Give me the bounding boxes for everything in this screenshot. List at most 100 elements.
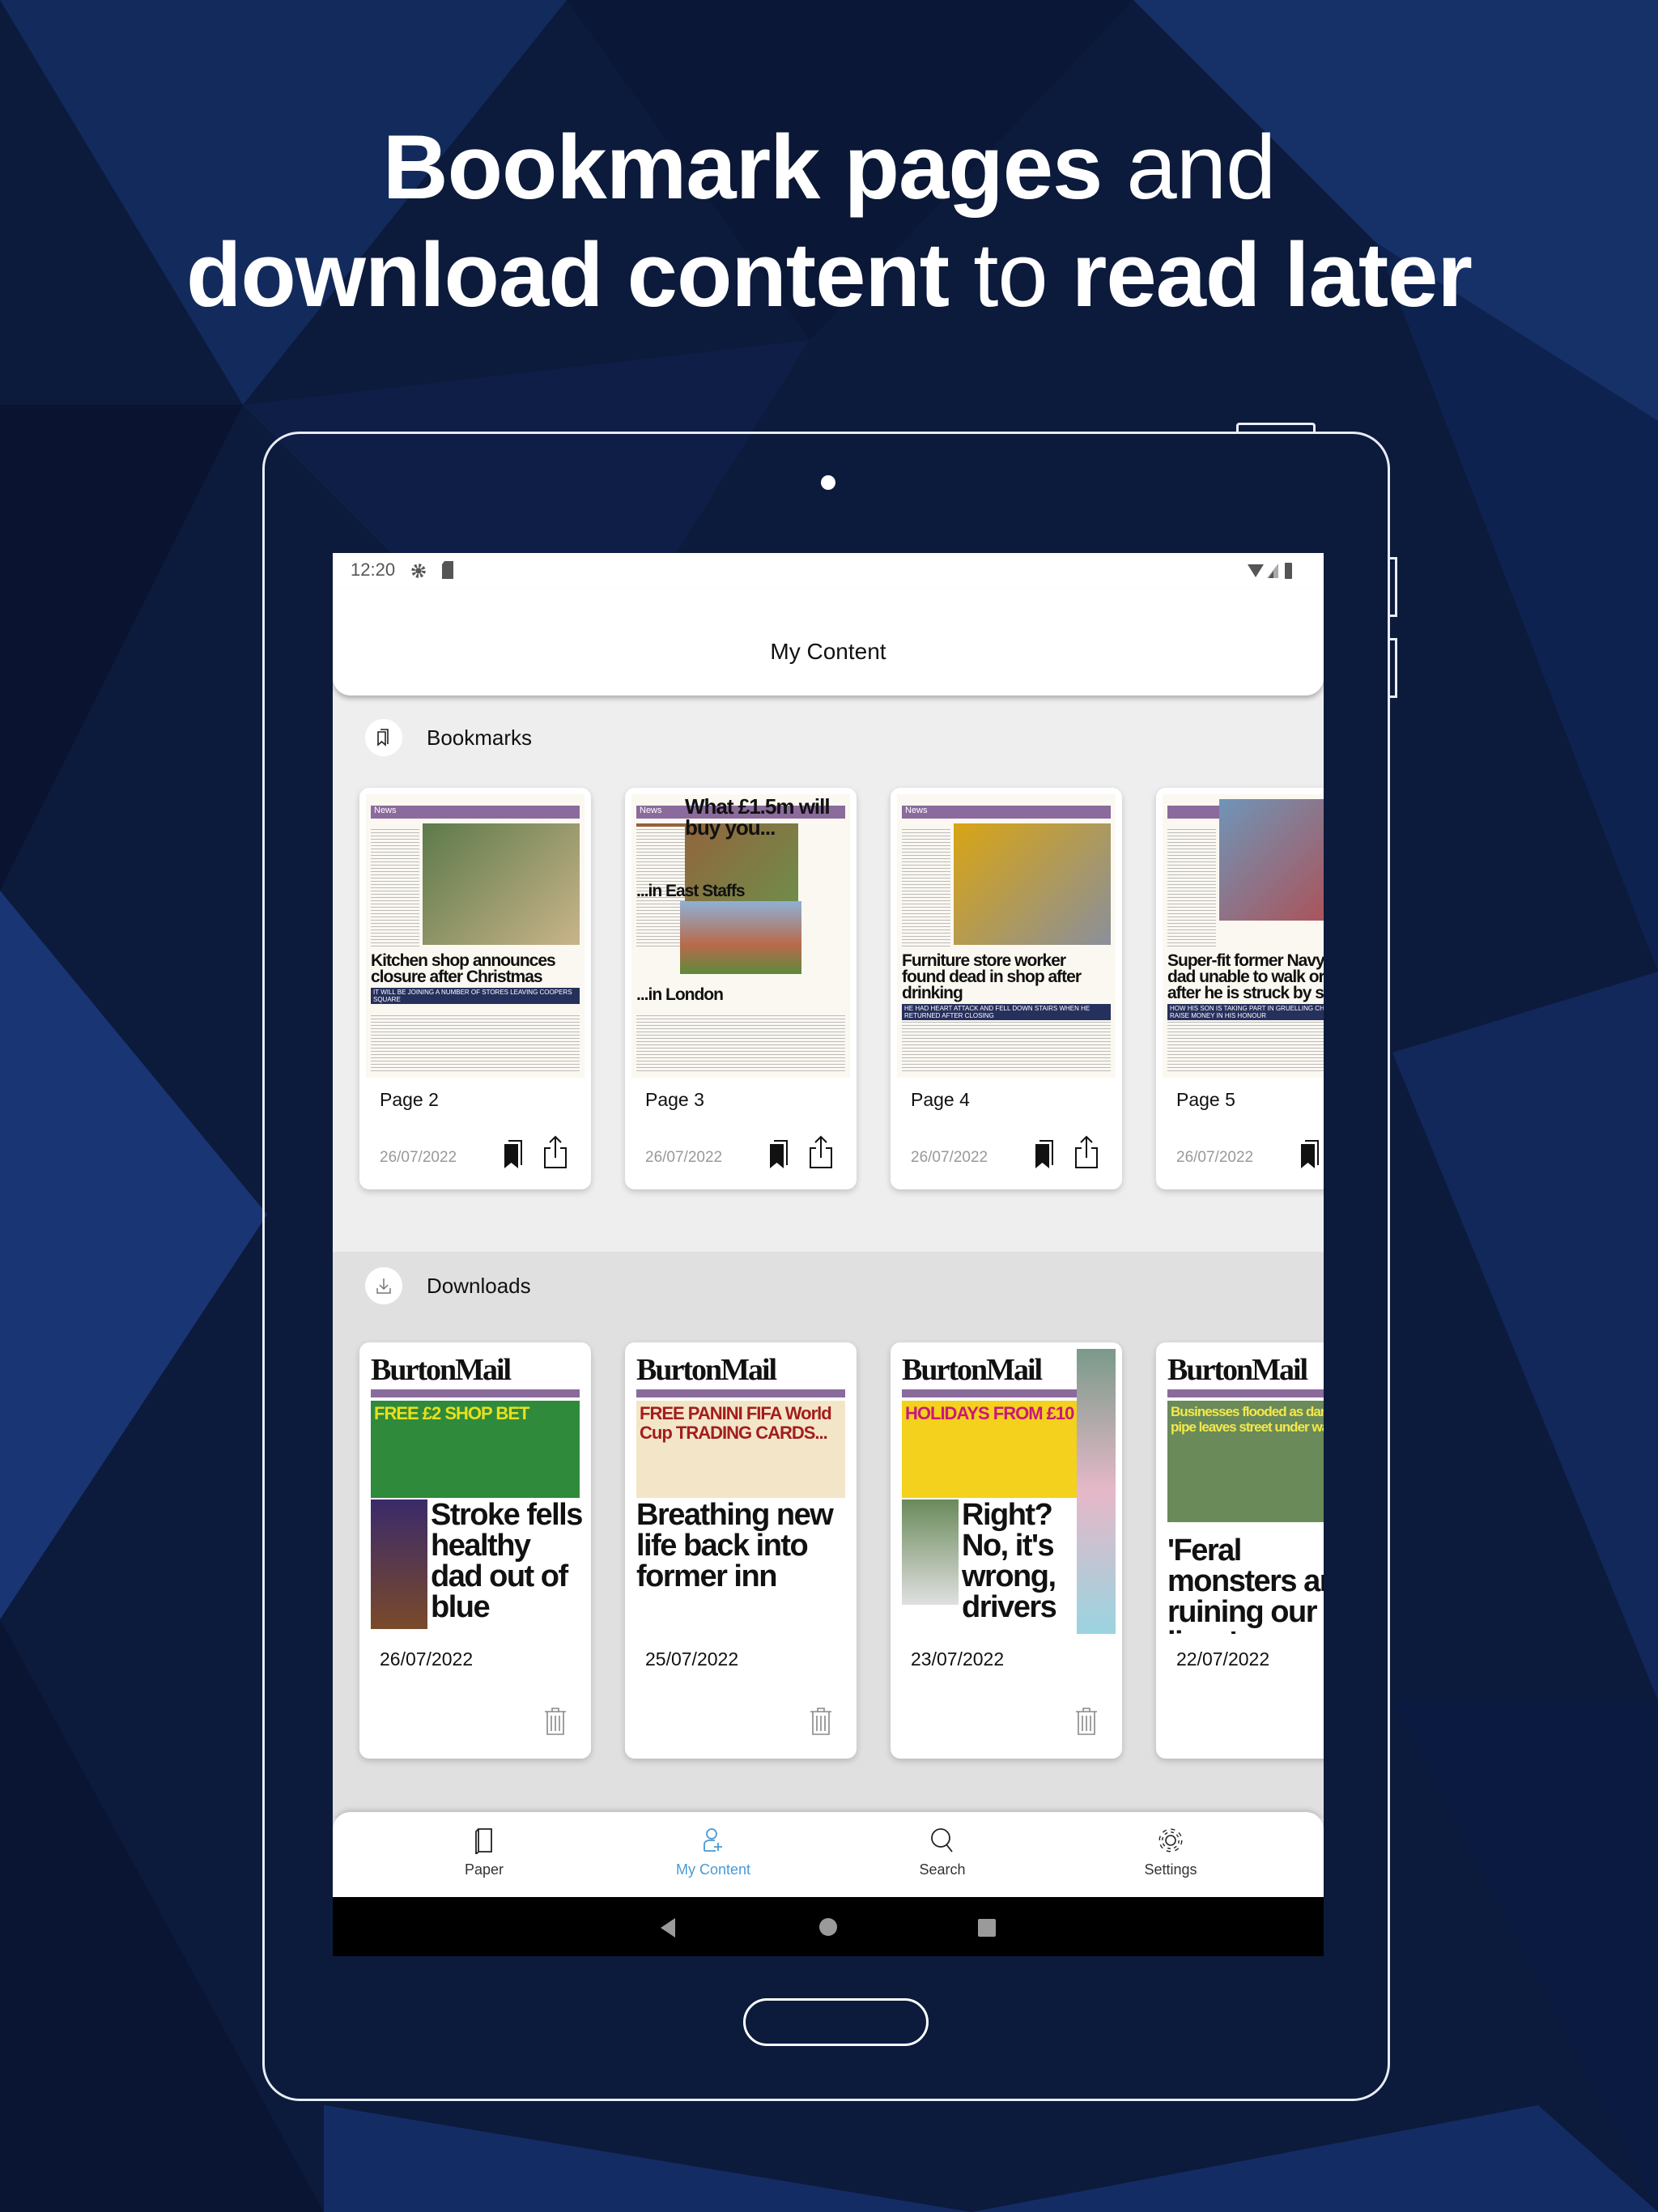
edition-cover-thumbnail[interactable]: BurtonMail Businesses flooded as damage … bbox=[1163, 1349, 1324, 1634]
article-photo bbox=[1219, 799, 1324, 921]
promo-text: to bbox=[949, 224, 1072, 325]
download-icon bbox=[365, 1267, 402, 1304]
article-subheading: ...in East Staffs bbox=[636, 882, 746, 900]
edition-cover-thumbnail[interactable]: BurtonMail FREE PANINI FIFA World Cup TR… bbox=[631, 1349, 850, 1634]
promo-text: and bbox=[1102, 117, 1276, 218]
bookmark-filled-icon[interactable] bbox=[1033, 1139, 1056, 1170]
sd-card-icon bbox=[442, 561, 453, 579]
section-label: News bbox=[902, 806, 1111, 819]
page-thumbnail[interactable]: News Furniture store worker found dead i… bbox=[897, 794, 1116, 1078]
article-photo bbox=[423, 823, 580, 945]
download-card[interactable]: BurtonMail Businesses flooded as damage … bbox=[1156, 1342, 1324, 1759]
masthead: BurtonMail bbox=[371, 1353, 512, 1387]
article-headline-block: Super-fit former Navy diver dad unable t… bbox=[1163, 951, 1324, 1023]
nav-item-search[interactable]: Search bbox=[861, 1812, 1023, 1897]
bookmark-date: 26/07/2022 bbox=[380, 1149, 457, 1166]
status-bar: 12:20 bbox=[333, 553, 1324, 589]
bookmarks-header: Bookmarks bbox=[365, 719, 532, 756]
edition-date: 25/07/2022 bbox=[645, 1648, 739, 1670]
back-icon[interactable] bbox=[659, 1917, 677, 1938]
article-headline: What £1.5m will buy you... bbox=[685, 794, 831, 840]
cover-photo bbox=[1077, 1349, 1116, 1634]
page-thumbnail[interactable]: News Kitchen shop announces closure afte… bbox=[366, 794, 585, 1078]
promo-line-1: Bookmark pages and bbox=[0, 115, 1658, 220]
volume-up-button bbox=[1388, 557, 1397, 617]
article-headline: Kitchen shop announces closure after Chr… bbox=[371, 951, 556, 986]
home-icon[interactable] bbox=[818, 1917, 838, 1937]
download-card[interactable]: BurtonMail HOLIDAYS FROM £10 Right? No, … bbox=[891, 1342, 1122, 1759]
recents-icon[interactable] bbox=[977, 1918, 997, 1938]
page-label: Page 2 bbox=[380, 1089, 439, 1110]
page-title: My Content bbox=[770, 639, 886, 664]
article-text bbox=[371, 1013, 580, 1074]
system-navigation-bar bbox=[333, 1897, 1324, 1956]
downloads-header: Downloads bbox=[365, 1267, 531, 1304]
article-text bbox=[1167, 827, 1216, 948]
trash-icon[interactable] bbox=[1074, 1707, 1099, 1736]
dateline-bar bbox=[636, 1389, 845, 1397]
nav-label: My Content bbox=[675, 1861, 751, 1878]
promo-text: read later bbox=[1071, 224, 1473, 325]
article-subheading: HE HAD HEART ATTACK AND FELL DOWN STAIRS… bbox=[902, 1004, 1111, 1020]
nav-item-settings[interactable]: Settings bbox=[1090, 1812, 1252, 1897]
wifi-signal-battery-icon bbox=[1248, 563, 1292, 579]
tablet-home-button bbox=[743, 1998, 929, 2046]
settings-status-icon bbox=[411, 564, 426, 578]
cover-promo: FREE PANINI FIFA World Cup TRADING CARDS… bbox=[636, 1401, 845, 1498]
promo-line-2: download content to read later bbox=[0, 223, 1658, 328]
bottom-navigation: Paper My Content Search Settings bbox=[333, 1812, 1324, 1897]
download-card[interactable]: BurtonMail FREE PANINI FIFA World Cup TR… bbox=[625, 1342, 857, 1759]
download-card[interactable]: BurtonMail FREE £2 SHOP BET Stroke fells… bbox=[359, 1342, 591, 1759]
article-subheading: HOW HIS SON IS TAKING PART IN GRUELLING … bbox=[1167, 1004, 1324, 1020]
page-thumbnail[interactable]: Super-fit former Navy diver dad unable t… bbox=[1163, 794, 1324, 1078]
article-text bbox=[371, 827, 419, 948]
bookmark-filled-icon[interactable] bbox=[767, 1139, 790, 1170]
cover-promo: Businesses flooded as damage to pipe lea… bbox=[1167, 1401, 1324, 1522]
cover-headline: Right? No, it's wrong, drivers bbox=[962, 1498, 1057, 1624]
bookmark-filled-icon[interactable] bbox=[502, 1139, 525, 1170]
article-photo bbox=[954, 823, 1111, 945]
bookmark-card[interactable]: Super-fit former Navy diver dad unable t… bbox=[1156, 788, 1324, 1189]
volume-down-button bbox=[1388, 638, 1397, 698]
article-headline-block: What £1.5m will buy you... bbox=[631, 796, 850, 838]
edition-cover-thumbnail[interactable]: BurtonMail FREE £2 SHOP BET Stroke fells… bbox=[366, 1349, 585, 1634]
page-label: Page 4 bbox=[911, 1089, 970, 1110]
bookmark-card[interactable]: News Kitchen shop announces closure afte… bbox=[359, 788, 591, 1189]
gear-icon bbox=[1158, 1828, 1183, 1853]
article-subheading: ...in London bbox=[636, 985, 724, 1004]
edition-date: 22/07/2022 bbox=[1176, 1648, 1270, 1670]
page-label: Page 5 bbox=[1176, 1089, 1235, 1110]
bookmark-date: 26/07/2022 bbox=[1176, 1149, 1254, 1166]
status-time: 12:20 bbox=[351, 559, 396, 580]
power-button bbox=[1236, 423, 1316, 434]
article-headline: Super-fit former Navy diver dad unable t… bbox=[1167, 951, 1324, 1002]
share-icon[interactable] bbox=[1073, 1134, 1099, 1170]
paper-icon bbox=[475, 1828, 492, 1857]
bookmark-card[interactable]: News What £1.5m will buy you... ...in Ea… bbox=[625, 788, 857, 1189]
edition-cover-thumbnail[interactable]: BurtonMail HOLIDAYS FROM £10 Right? No, … bbox=[897, 1349, 1116, 1634]
article-subheading: IT WILL BE JOINING A NUMBER OF STORES LE… bbox=[371, 988, 580, 1004]
share-icon[interactable] bbox=[542, 1134, 568, 1170]
trash-icon[interactable] bbox=[543, 1707, 568, 1736]
promo-text: Bookmark pages bbox=[382, 117, 1103, 218]
page-thumbnail[interactable]: News What £1.5m will buy you... ...in Ea… bbox=[631, 794, 850, 1078]
promo-text: download content bbox=[185, 224, 950, 325]
article-text bbox=[902, 827, 950, 948]
downloads-title: Downloads bbox=[427, 1273, 531, 1298]
nav-item-paper[interactable]: Paper bbox=[403, 1812, 565, 1897]
cover-photo bbox=[371, 1499, 427, 1629]
bookmark-card[interactable]: News Furniture store worker found dead i… bbox=[891, 788, 1122, 1189]
cover-headline: 'Feral monsters are ruining our lives' bbox=[1167, 1534, 1324, 1634]
masthead: BurtonMail bbox=[636, 1353, 777, 1387]
masthead: BurtonMail bbox=[1167, 1353, 1308, 1387]
dateline-bar bbox=[1167, 1389, 1324, 1397]
nav-item-my-content[interactable]: My Content bbox=[632, 1812, 794, 1897]
share-icon[interactable] bbox=[808, 1134, 834, 1170]
article-headline: Furniture store worker found dead in sho… bbox=[902, 951, 1082, 1002]
bookmarks-title: Bookmarks bbox=[427, 725, 533, 750]
bookmark-filled-icon[interactable] bbox=[1299, 1139, 1321, 1170]
cover-headline: Breathing new life back into former inn bbox=[636, 1498, 834, 1593]
cover-photo bbox=[902, 1499, 959, 1605]
trash-icon[interactable] bbox=[809, 1707, 833, 1736]
camera bbox=[821, 475, 835, 490]
